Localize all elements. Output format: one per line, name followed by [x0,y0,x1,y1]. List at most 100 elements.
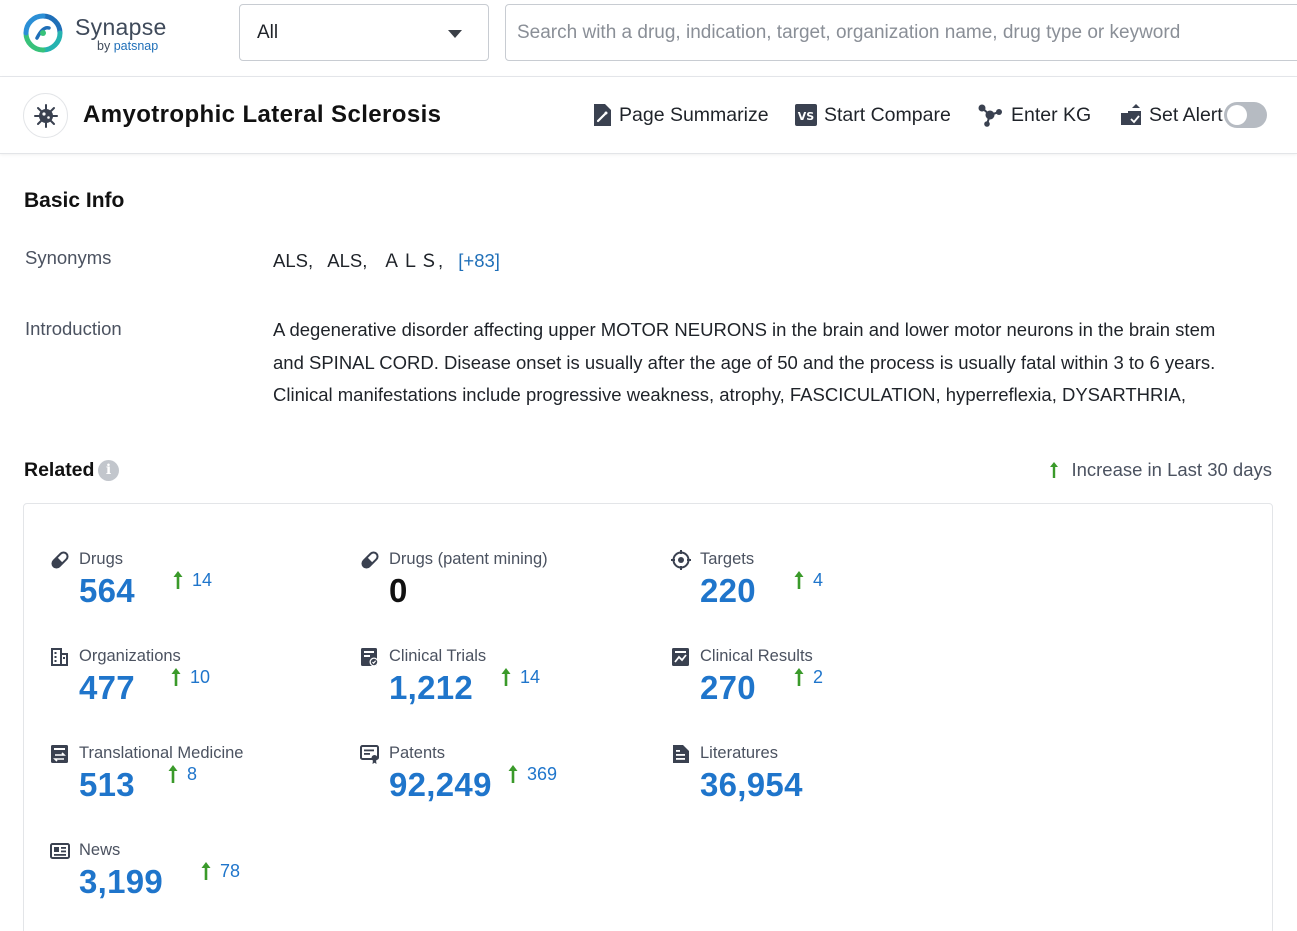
svg-text:VS: VS [798,110,815,123]
related-drugs-patent-mining[interactable]: Drugs (patent mining) 0 [360,550,650,630]
intro-line: and SPINAL CORD. Disease onset is usuall… [273,347,1263,380]
basic-info-heading: Basic Info [24,189,124,213]
arrow-up-icon [168,764,178,784]
disease-icon [23,93,68,138]
patent-icon [360,744,380,764]
stat-value: 477 [79,669,135,707]
compare-icon: VS [795,104,817,126]
brand-by: by patsnap [97,39,158,53]
target-icon [671,550,691,570]
related-targets[interactable]: Targets 220 4 [671,550,961,630]
arrow-up-icon [1049,461,1059,479]
building-icon [50,647,70,667]
summarize-icon [592,103,612,127]
stat-label: Drugs (patent mining) [389,550,548,569]
related-news[interactable]: News 3,199 78 [50,841,340,921]
stat-increase-value: 2 [813,667,823,688]
synonyms-label: Synonyms [25,247,111,269]
arrow-up-icon [501,667,511,687]
search-input[interactable] [517,19,1287,47]
related-organizations[interactable]: Organizations 477 10 [50,647,340,727]
stat-label: Literatures [700,744,778,763]
stat-label: Clinical Trials [389,647,486,666]
stat-label: Organizations [79,647,181,666]
synonyms-more-link[interactable]: [+83] [458,250,500,271]
stat-increase: 8 [168,764,197,785]
arrow-up-icon [201,861,211,881]
related-clinical-trials[interactable]: Clinical Trials 1,212 14 [360,647,650,727]
stat-label: Drugs [79,550,123,569]
stat-increase: 14 [501,667,540,688]
related-patents[interactable]: Patents 92,249 369 [360,744,650,824]
stat-value: 564 [79,572,135,610]
set-alert-label: Set Alert [1149,104,1223,127]
knowledge-graph-icon [977,103,1003,127]
stat-value: 3,199 [79,863,163,901]
search-box[interactable] [505,4,1297,61]
synonyms-list: ALS, ALS, ＡＬＳ, [+83] [273,247,510,273]
arrow-up-icon [171,667,181,687]
stat-increase: 369 [508,764,557,785]
page-summarize-button[interactable]: Page Summarize [592,102,769,128]
brand-by-text: by [97,39,110,53]
stat-increase-value: 8 [187,764,197,785]
pill-icon [360,550,380,570]
synapse-logo[interactable]: Synapse by patsnap [22,12,182,58]
intro-line: A degenerative disorder affecting upper … [273,314,1263,347]
search-scope-select[interactable]: All [239,4,489,61]
related-drugs[interactable]: Drugs 564 14 [50,550,340,630]
stat-value: 270 [700,669,756,707]
stat-value: 36,954 [700,766,803,804]
increase-legend: Increase in Last 30 days [1049,459,1272,481]
stat-increase: 4 [794,570,823,591]
search-scope-value: All [257,22,278,44]
brand-by-name: patsnap [114,39,158,53]
stat-increase-value: 14 [520,667,540,688]
stat-increase-value: 10 [190,667,210,688]
set-alert-button[interactable]: Set Alert [1120,102,1223,128]
page-summarize-label: Page Summarize [619,104,769,127]
arrow-up-icon [794,570,804,590]
related-panel: Drugs 564 14 Drugs (patent mining) 0 Tar… [23,503,1273,931]
stat-increase: 14 [173,570,212,591]
chart-doc-icon [671,647,691,667]
set-alert-toggle[interactable] [1224,102,1267,128]
pill-icon [50,550,70,570]
related-heading: Related [24,459,94,482]
stat-value: 220 [700,572,756,610]
stat-label: Clinical Results [700,647,813,666]
alert-icon [1120,104,1142,126]
page-title: Amyotrophic Lateral Sclerosis [83,101,441,129]
arrow-up-icon [173,570,183,590]
top-bar: Synapse by patsnap All [0,0,1297,77]
start-compare-button[interactable]: VS Start Compare [795,102,951,128]
enter-kg-button[interactable]: Enter KG [977,102,1091,128]
start-compare-label: Start Compare [824,104,951,127]
introduction-label: Introduction [25,318,122,340]
stat-label: Patents [389,744,445,763]
synonym-item: ALS, [273,250,313,271]
caret-down-icon [448,30,462,38]
stat-label: News [79,841,120,860]
stat-increase-value: 4 [813,570,823,591]
arrow-up-icon [508,764,518,784]
synonym-item: ＡＬＳ, [382,250,443,271]
enter-kg-label: Enter KG [1011,104,1091,127]
related-literatures[interactable]: Literatures 36,954 [671,744,961,824]
related-clinical-results[interactable]: Clinical Results 270 2 [671,647,961,727]
related-translational-medicine[interactable]: Translational Medicine 513 8 [50,744,340,824]
synonym-item: ALS, [327,250,367,271]
stat-label: Targets [700,550,754,569]
clipboard-icon [360,647,380,667]
synapse-logo-icon [22,12,64,54]
arrow-up-icon [794,667,804,687]
stat-label: Translational Medicine [79,744,243,763]
stat-increase-value: 369 [527,764,557,785]
stat-increase: 10 [171,667,210,688]
brand-name: Synapse [75,14,167,41]
stat-value: 0 [389,572,408,610]
stat-increase: 2 [794,667,823,688]
introduction-text: A degenerative disorder affecting upper … [273,314,1263,412]
info-icon[interactable]: i [98,460,119,481]
stat-value: 513 [79,766,135,804]
